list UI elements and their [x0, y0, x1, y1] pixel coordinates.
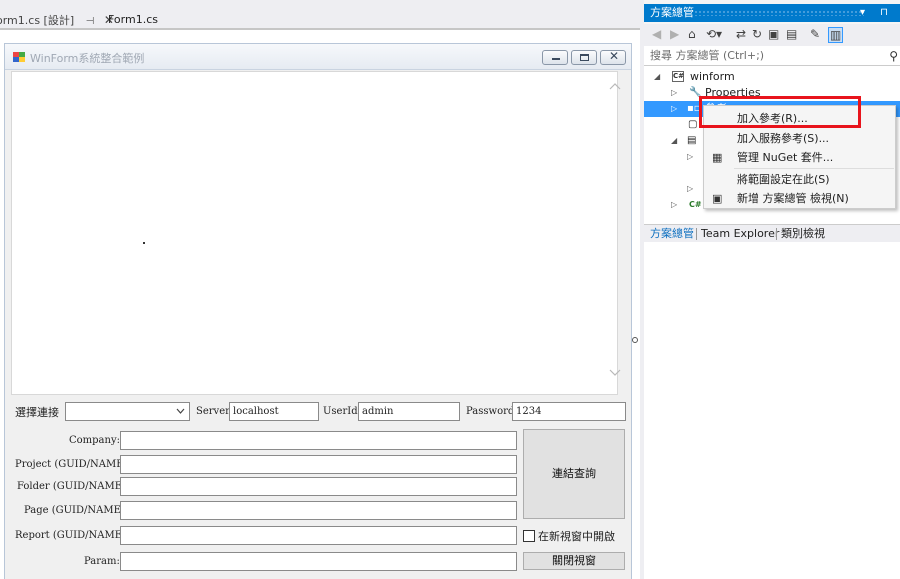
menu-item-label: 加入服務參考(S)... [737, 132, 830, 145]
home-icon[interactable]: ⌂ [688, 27, 696, 41]
solution-explorer-panel: 方案總管 ▾ ⊓ ◀ ▶ ⌂ ⟲▾ ⇄ ↻ ▣ ▤ ✎ ▥ 搜尋 方案總管 (C… [644, 0, 900, 579]
tab-form1-code[interactable]: Form1.cs [108, 10, 158, 30]
resize-handle[interactable] [632, 337, 638, 343]
grip-dots [694, 10, 864, 16]
company-label: Company: [69, 435, 120, 446]
search-placeholder: 搜尋 方案總管 (Ctrl+;) [650, 49, 765, 62]
highlight-box [699, 96, 861, 128]
form-title: WinForm系統整合範例 [30, 52, 145, 65]
nuget-icon: ▦ [712, 151, 723, 164]
menu-item-label: 將範圍設定在此(S) [737, 173, 830, 186]
tree-label: winform [690, 70, 735, 83]
project-label: Project (GUID/NAME): [15, 459, 131, 470]
maximize-button[interactable] [571, 50, 597, 65]
menu-item-label: 管理 NuGet 套件... [737, 151, 834, 164]
menu-item-new-explorer-view[interactable]: ▣ 新增 方案總管 檢視(N) [704, 189, 895, 208]
tab-separator [696, 228, 697, 240]
collapsed-arrow-icon[interactable]: ▷ [687, 149, 693, 165]
folder-input[interactable] [120, 477, 517, 496]
minimize-button[interactable] [542, 50, 568, 65]
select-connection-label: 選擇連接 [15, 406, 59, 419]
tree-row-solution[interactable]: ◢ C# winform [644, 69, 900, 85]
sync-icon[interactable]: ⇄ [736, 27, 746, 41]
panel-title: 方案總管 [650, 6, 694, 19]
report-label: Report (GUID/NAME): [15, 530, 130, 541]
connection-combobox[interactable] [65, 402, 190, 421]
pin-icon[interactable]: ⊣ [86, 12, 95, 32]
close-button[interactable]: ✕ [600, 49, 626, 65]
tab-form1-designer[interactable]: orm1.cs [設計] ⊣ ✕ [0, 10, 114, 30]
param-input[interactable] [120, 552, 517, 571]
new-view-icon: ▣ [712, 192, 723, 205]
tab-separator [776, 228, 777, 240]
report-viewer-area[interactable] [11, 71, 621, 395]
menu-item-scope-to-this[interactable]: 將範圍設定在此(S) [704, 170, 895, 189]
collapsed-arrow-icon[interactable]: ▷ [671, 101, 677, 117]
open-new-window-checkbox[interactable] [523, 530, 535, 542]
password-label: Password [466, 406, 515, 417]
expanded-arrow-icon[interactable]: ◢ [654, 69, 660, 85]
page-input[interactable] [120, 501, 517, 520]
collapsed-arrow-icon[interactable]: ▷ [671, 85, 677, 101]
collapsed-arrow-icon[interactable]: ▷ [671, 197, 677, 213]
minimize-icon [552, 58, 560, 60]
userid-label: UserId [323, 406, 358, 417]
param-label: Param: [84, 556, 120, 567]
company-input[interactable] [120, 431, 517, 450]
project-input[interactable] [120, 455, 517, 474]
csharp-project-icon: C# [672, 71, 685, 82]
menu-item-add-service-reference[interactable]: 加入服務參考(S)... [704, 129, 895, 148]
menu-separator [734, 168, 894, 169]
expanded-arrow-icon[interactable]: ◢ [671, 133, 677, 149]
chevron-down-icon [176, 408, 185, 414]
collapsed-arrow-icon[interactable]: ▷ [687, 181, 693, 197]
server-label: Server [196, 406, 230, 417]
form-app-icon [13, 52, 25, 62]
maximize-icon [580, 54, 589, 61]
page-label: Page (GUID/NAME): [24, 505, 129, 516]
forward-icon[interactable]: ▶ [670, 27, 679, 41]
search-icon[interactable]: ⚲ [889, 46, 898, 66]
form-window[interactable]: WinForm系統整合範例 ✕ 選擇連接 Server localhost Us… [4, 43, 632, 579]
back-icon[interactable]: ◀ [652, 27, 661, 41]
csharp-file-icon: C# [689, 200, 702, 209]
tab-label: Form1.cs [108, 13, 158, 26]
empty-panel-area [644, 242, 900, 579]
password-input[interactable]: 1234 [512, 402, 626, 421]
solution-explorer-toolbar: ◀ ▶ ⌂ ⟲▾ ⇄ ↻ ▣ ▤ ✎ ▥ [644, 24, 900, 46]
folder-label: Folder (GUID/NAME): [17, 481, 130, 492]
menu-item-manage-nuget[interactable]: ▦ 管理 NuGet 套件... [704, 148, 895, 167]
solution-explorer-header[interactable]: 方案總管 ▾ ⊓ [644, 4, 900, 22]
menu-item-label: 新增 方案總管 檢視(N) [737, 192, 849, 205]
show-all-files-icon[interactable]: ▤ [786, 27, 797, 41]
connect-query-button[interactable]: 連結查詢 [523, 429, 625, 519]
solution-explorer-search[interactable]: 搜尋 方案總管 (Ctrl+;) ⚲ [644, 46, 900, 66]
tab-label: orm1.cs [設計] [0, 14, 75, 27]
collapse-all-icon[interactable]: ▣ [768, 27, 779, 41]
server-input[interactable]: localhost [229, 402, 319, 421]
config-file-icon: ▢ [688, 119, 698, 130]
report-input[interactable] [120, 526, 517, 545]
open-new-window-label: 在新視窗中開啟 [538, 530, 615, 543]
close-icon: ✕ [609, 49, 620, 63]
scroll-up-icon[interactable] [609, 82, 621, 94]
scroll-down-icon[interactable] [609, 369, 621, 381]
userid-input[interactable]: admin [358, 402, 460, 421]
tab-team-explorer[interactable]: Team Explorer [701, 225, 779, 243]
panel-header-icons[interactable]: ▾ ⊓ [860, 4, 894, 22]
tab-solution-explorer[interactable]: 方案總管 [650, 225, 694, 243]
tab-class-view[interactable]: 類別檢視 [781, 225, 825, 243]
form-file-icon: ▤ [687, 135, 697, 146]
close-window-button[interactable]: 關閉視窗 [523, 552, 625, 570]
wrench-icon[interactable]: ✎ [810, 27, 820, 41]
solution-explorer-tabs: 方案總管 Team Explorer 類別檢視 [644, 224, 900, 242]
designer-surface: WinForm系統整合範例 ✕ 選擇連接 Server localhost Us… [0, 30, 640, 579]
preview-icon[interactable]: ▥ [828, 27, 844, 43]
history-icon[interactable]: ⟲▾ [706, 27, 722, 41]
form-titlebar[interactable]: WinForm系統整合範例 ✕ [5, 44, 631, 70]
cursor-dot [143, 242, 145, 244]
refresh-icon[interactable]: ↻ [752, 27, 762, 41]
document-tab-strip: orm1.cs [設計] ⊣ ✕ Form1.cs [0, 0, 640, 30]
